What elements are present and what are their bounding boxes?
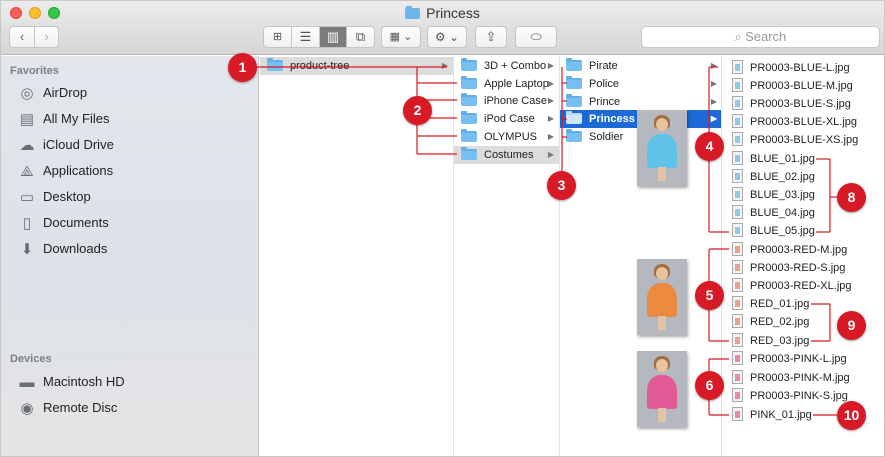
callout-badge: 4 — [695, 132, 724, 161]
callout-badge: 10 — [837, 401, 866, 430]
callout-badge: 2 — [403, 96, 432, 125]
callout-badge: 6 — [695, 371, 724, 400]
callout-badge: 1 — [228, 53, 257, 82]
callout-badge: 3 — [547, 171, 576, 200]
callout-badge: 9 — [837, 311, 866, 340]
annotation-lines — [253, 66, 837, 416]
finder-window: Princess ‹ › ⊞ ☰ ▥ ⧉ ▦ ⌄ ⚙ ⌄ ⇪ ⬭ ⌕ Search Fa… — [0, 0, 885, 457]
callout-badge: 5 — [695, 281, 724, 310]
callout-badge: 8 — [837, 183, 866, 212]
